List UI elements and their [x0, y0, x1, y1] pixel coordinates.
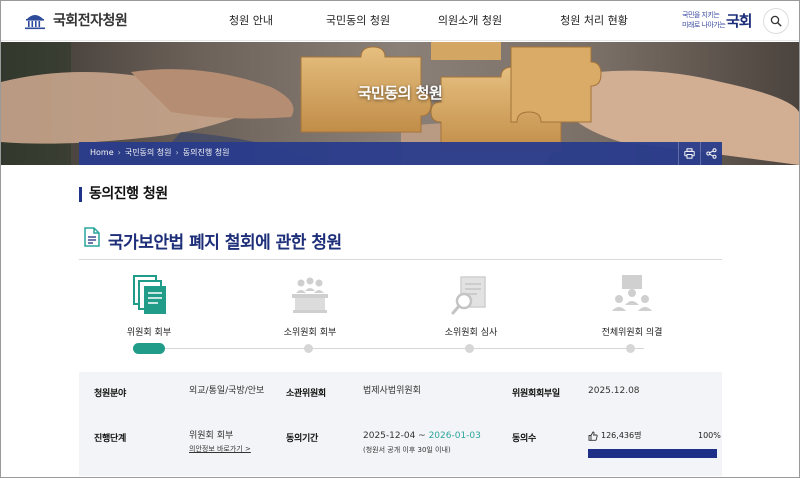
petition-header: 국가보안법 폐지 철회에 관한 청원	[79, 220, 722, 260]
steps-track	[154, 348, 644, 349]
assembly-slogan-logo[interactable]: 국민을 지키는 미래로 나아가는 국회	[682, 9, 760, 33]
progress-steps: 위원회 회부 소위원회 회부 소위원회 심사 전체위원회 의결	[79, 267, 722, 367]
breadcrumb-public-consent[interactable]: 국민동의 청원	[125, 147, 172, 158]
print-icon	[684, 148, 695, 159]
agree-count-value: 126,436명	[601, 431, 642, 440]
logo-text: 국회전자청원	[53, 13, 128, 29]
site-header: 국회전자청원 청원 안내 국민동의 청원 의원소개 청원 청원 처리 현황 국민…	[1, 1, 799, 41]
chevron-right-icon: ›	[117, 148, 121, 157]
period-separator: ~	[415, 431, 429, 441]
vote-icon	[612, 275, 652, 311]
share-icon	[706, 148, 717, 159]
meeting-icon	[292, 277, 328, 313]
step-label: 소위원회 회부	[283, 328, 337, 338]
period-value: 2025-12-04 ~ 2026-01-03	[363, 431, 481, 442]
site-logo[interactable]: 국회전자청원	[23, 10, 128, 30]
nav-petition-guide[interactable]: 청원 안내	[211, 12, 291, 28]
agree-count: 126,436명	[588, 430, 641, 441]
field-value: 외교/통일/국방/안보	[189, 386, 265, 396]
page-frame: 국회전자청원 청원 안내 국민동의 청원 의원소개 청원 청원 처리 현황 국민…	[0, 0, 800, 478]
referral-date-label: 위원회회부일	[512, 389, 560, 399]
field-label: 청원분야	[94, 389, 126, 399]
nav-petition-status[interactable]: 청원 처리 현황	[529, 12, 659, 28]
nav-public-consent-petition[interactable]: 국민동의 청원	[303, 12, 413, 28]
step-indicator	[465, 344, 474, 353]
slogan-line-2: 미래로 나아가는	[682, 21, 726, 29]
stage-label: 진행단계	[94, 434, 126, 444]
print-button[interactable]	[678, 142, 700, 165]
step-active-indicator	[133, 343, 165, 354]
breadcrumb-current[interactable]: 동의진행 청원	[183, 147, 230, 158]
nav-member-introduced-petition[interactable]: 의원소개 청원	[415, 12, 525, 28]
breadcrumb-bar: Home › 국민동의 청원 › 동의진행 청원	[79, 142, 722, 165]
period-label: 동의기간	[286, 434, 318, 444]
documents-icon	[133, 275, 166, 314]
banner-title: 국민동의 청원	[357, 84, 443, 102]
agree-percent: 100%	[698, 431, 721, 440]
page-tools	[678, 142, 722, 165]
slogan-line-1: 국민을 지키는	[682, 11, 720, 19]
bill-info-link[interactable]: 의안정보 바로가기 >	[189, 444, 251, 454]
share-button[interactable]	[700, 142, 722, 165]
assembly-dome-icon	[25, 15, 45, 30]
breadcrumb: Home › 국민동의 청원 › 동의진행 청원	[90, 147, 229, 158]
step-indicator	[626, 344, 635, 353]
thumbs-up-icon	[588, 431, 598, 441]
main-nav: 청원 안내 국민동의 청원 의원소개 청원 청원 처리 현황	[211, 12, 659, 28]
period-end: 2026-01-03	[428, 431, 481, 441]
step-label: 위원회 회부	[126, 328, 172, 338]
breadcrumb-home[interactable]: Home	[90, 148, 114, 157]
stage-value: 위원회 회부	[189, 431, 234, 441]
search-button[interactable]	[763, 8, 789, 34]
committee-label: 소관위원회	[286, 389, 326, 399]
referral-date-value: 2025.12.08	[588, 386, 640, 396]
search-icon	[770, 15, 782, 27]
review-icon	[451, 276, 486, 315]
step-label: 소위원회 심사	[444, 328, 498, 338]
agree-progress-bar	[588, 449, 717, 458]
step-label: 전체위원회 의결	[601, 328, 663, 338]
slogan-mark: 국회	[726, 12, 753, 30]
committee-value: 법제사법위원회	[363, 386, 421, 396]
petition-title: 국가보안법 폐지 철회에 관한 청원	[108, 233, 342, 253]
period-note: (청원서 공개 이후 30일 이내)	[363, 446, 451, 454]
step-indicator	[304, 344, 313, 353]
petition-info-table: 청원분야 외교/통일/국방/안보 소관위원회 법제사법위원회 위원회회부일 20…	[79, 372, 722, 476]
period-start: 2025-12-04	[363, 431, 416, 441]
agree-label: 동의수	[512, 434, 536, 444]
chevron-right-icon: ›	[175, 148, 179, 157]
agree-progress-fill	[588, 449, 717, 458]
section-title: 동의진행 청원	[79, 187, 168, 202]
document-icon	[84, 227, 100, 247]
